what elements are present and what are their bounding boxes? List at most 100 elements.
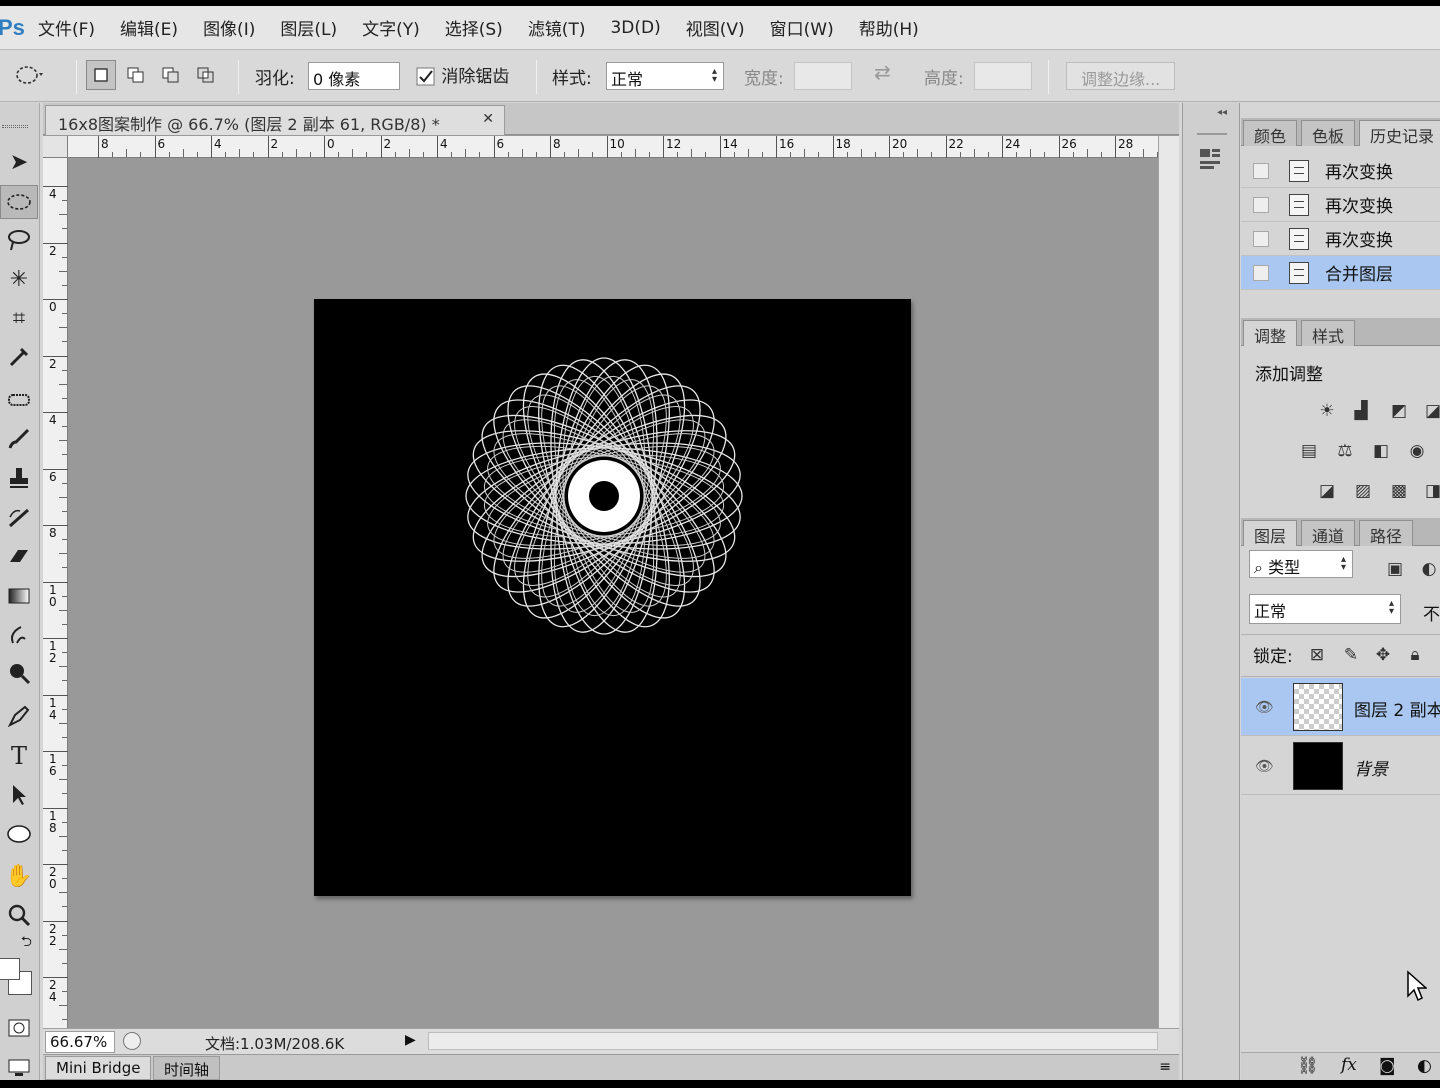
- image-filter-icon[interactable]: ▣: [1383, 558, 1407, 580]
- properties-panel-icon[interactable]: [1197, 145, 1225, 173]
- style-select[interactable]: 正常 ▴ ▾: [606, 62, 724, 90]
- history-source-checkbox[interactable]: [1253, 264, 1269, 281]
- color-balance-icon[interactable]: ⚖: [1333, 440, 1357, 462]
- intersect-selection-button[interactable]: [191, 60, 221, 90]
- history-brush-tool-icon[interactable]: [0, 500, 38, 534]
- gradient-map-icon[interactable]: ◨: [1421, 480, 1440, 502]
- zoom-tool-icon[interactable]: [0, 898, 38, 932]
- ellipse-tool-icon[interactable]: [0, 817, 38, 851]
- tab-swatches[interactable]: 色板: [1301, 120, 1356, 146]
- quick-mask-icon[interactable]: [0, 1011, 38, 1045]
- history-state[interactable]: 再次变换: [1241, 222, 1440, 256]
- image-canvas[interactable]: [314, 299, 911, 896]
- history-state[interactable]: 再次变换: [1241, 188, 1440, 222]
- blur-tool-icon[interactable]: [0, 618, 38, 652]
- menu-type[interactable]: 文字(Y): [362, 15, 420, 40]
- tab-timeline[interactable]: 时间轴: [153, 1056, 221, 1080]
- add-mask-icon[interactable]: ◙: [1379, 1056, 1396, 1076]
- tab-adjustments[interactable]: 调整: [1243, 320, 1298, 346]
- threshold-icon[interactable]: ▩: [1387, 480, 1411, 502]
- menu-select[interactable]: 选择(S): [445, 15, 503, 40]
- posterize-icon[interactable]: ▨: [1351, 480, 1375, 502]
- visibility-eye-icon[interactable]: 👁︎: [1255, 757, 1274, 775]
- dodge-tool-icon[interactable]: [0, 657, 38, 691]
- history-state[interactable]: 合并图层: [1241, 256, 1440, 290]
- status-info-icon[interactable]: [123, 1032, 141, 1050]
- curves-icon[interactable]: ◩: [1387, 400, 1411, 422]
- layer-row[interactable]: 👁︎ 背景: [1241, 737, 1440, 795]
- hand-tool-icon[interactable]: ✋: [0, 859, 38, 893]
- horizontal-ruler[interactable]: 8 6 4 2 0 2 4 6 8 10 12 14 16 18 20 22 24 26 28: [68, 136, 1159, 158]
- fx-icon[interactable]: fx: [1341, 1055, 1357, 1075]
- document-tab[interactable]: 16x8图案制作 @ 66.7% (图层 2 副本 61, RGB/8) * ✕: [45, 105, 505, 135]
- status-menu-arrow-icon[interactable]: ▶: [405, 1032, 416, 1048]
- history-source-checkbox[interactable]: [1253, 162, 1269, 179]
- pen-tool-icon[interactable]: [0, 699, 38, 733]
- photo-filter-icon[interactable]: ◉: [1405, 440, 1429, 462]
- menu-image[interactable]: 图像(I): [203, 15, 255, 40]
- eraser-tool-icon[interactable]: [0, 539, 38, 573]
- menu-filter[interactable]: 滤镜(T): [528, 15, 586, 40]
- vertical-ruler[interactable]: 4 2 0 2 4 6 8 1 0 1 2 1 4 1 6 1 8 2 0 2 2 2 4: [43, 158, 68, 1028]
- vibrance-icon[interactable]: ▤: [1297, 440, 1321, 462]
- layer-row[interactable]: 👁︎ 图层 2 副本: [1241, 678, 1440, 736]
- menu-window[interactable]: 窗口(W): [770, 15, 834, 40]
- menu-file[interactable]: 文件(F): [38, 15, 95, 40]
- lock-image-icon[interactable]: ✎: [1339, 644, 1363, 666]
- horizontal-scrollbar[interactable]: [428, 1032, 1158, 1050]
- brightness-icon[interactable]: ☀: [1315, 400, 1339, 422]
- blend-mode-select[interactable]: 正常 ▴ ▾: [1249, 594, 1401, 624]
- zoom-level-field[interactable]: 66.67%: [45, 1031, 115, 1053]
- menu-edit[interactable]: 编辑(E): [120, 15, 178, 40]
- swap-colors-icon[interactable]: ⮌: [0, 931, 38, 955]
- link-layers-icon[interactable]: ⛓: [1297, 1056, 1319, 1076]
- levels-icon[interactable]: ▟: [1349, 400, 1373, 422]
- brush-tool-icon[interactable]: [0, 422, 38, 456]
- tab-paths[interactable]: 路径: [1359, 520, 1414, 546]
- screen-mode-icon[interactable]: [0, 1051, 38, 1080]
- lock-position-icon[interactable]: ✥: [1371, 644, 1395, 666]
- menu-layer[interactable]: 图层(L): [280, 15, 337, 40]
- spot-healing-tool-icon[interactable]: [0, 383, 38, 417]
- new-adjustment-layer-icon[interactable]: ◐: [1417, 1056, 1432, 1076]
- menu-3d[interactable]: 3D(D): [610, 18, 660, 38]
- invert-icon[interactable]: ◪: [1315, 480, 1339, 502]
- feather-input[interactable]: 0 像素: [308, 62, 400, 90]
- new-selection-button[interactable]: [86, 60, 116, 90]
- type-tool-icon[interactable]: T: [0, 739, 38, 773]
- tab-color[interactable]: 颜色: [1243, 120, 1298, 146]
- gradient-tool-icon[interactable]: [0, 579, 38, 613]
- eyedropper-tool-icon[interactable]: [0, 340, 38, 374]
- vertical-scrollbar[interactable]: [1158, 136, 1179, 1028]
- swap-arrows-icon[interactable]: ⇄: [874, 60, 891, 84]
- visibility-eye-icon[interactable]: 👁︎: [1255, 698, 1274, 716]
- tool-preset-picker[interactable]: [14, 60, 44, 90]
- ruler-origin[interactable]: [43, 136, 68, 158]
- tab-channels[interactable]: 通道: [1301, 520, 1356, 546]
- foreground-color-swatch[interactable]: [0, 958, 20, 980]
- crop-tool-icon[interactable]: ⌗: [0, 301, 38, 335]
- width-input[interactable]: [794, 62, 852, 90]
- exposure-icon[interactable]: ◪: [1421, 400, 1440, 422]
- height-input[interactable]: [974, 62, 1032, 90]
- collapse-arrows-icon[interactable]: ◂◂: [1217, 107, 1227, 118]
- move-tool-icon[interactable]: ➤: [0, 145, 38, 179]
- elliptical-marquee-tool-icon[interactable]: [0, 185, 38, 219]
- history-state[interactable]: 再次变换: [1241, 154, 1440, 188]
- panel-menu-icon[interactable]: ≡: [1159, 1059, 1171, 1075]
- history-source-checkbox[interactable]: [1253, 196, 1269, 213]
- menu-view[interactable]: 视图(V): [686, 15, 745, 40]
- tab-layers[interactable]: 图层: [1243, 520, 1298, 546]
- tab-mini-bridge[interactable]: Mini Bridge: [45, 1056, 152, 1080]
- path-selection-tool-icon[interactable]: [0, 778, 38, 812]
- black-white-icon[interactable]: ◧: [1369, 440, 1393, 462]
- close-icon[interactable]: ✕: [482, 111, 494, 127]
- lock-all-icon[interactable]: 🔒︎: [1403, 644, 1427, 666]
- subtract-from-selection-button[interactable]: [156, 60, 186, 90]
- clone-stamp-tool-icon[interactable]: [0, 461, 38, 495]
- adjustment-filter-icon[interactable]: ◐: [1417, 558, 1440, 580]
- tab-history[interactable]: 历史记录: [1359, 120, 1440, 146]
- refine-edge-button[interactable]: 调整边缘...: [1066, 62, 1176, 90]
- menu-help[interactable]: 帮助(H): [859, 15, 919, 40]
- add-to-selection-button[interactable]: [121, 60, 151, 90]
